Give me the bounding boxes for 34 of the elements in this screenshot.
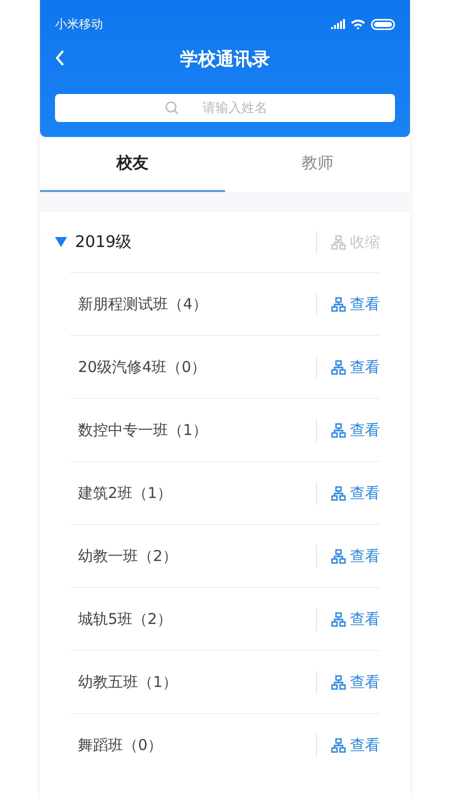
org-chart-icon [331,738,346,752]
battery-icon [371,18,395,30]
view-button[interactable]: 查看 [316,544,380,568]
group-title: 2019级 [75,232,133,252]
class-name: 城轨5班（2） [77,610,174,628]
view-button[interactable]: 查看 [316,734,380,756]
org-chart-icon [331,296,346,312]
org-chart-icon [331,548,346,564]
class-name: 幼教五班（1） [77,672,179,692]
wifi-icon [351,18,365,30]
org-chart-icon [331,612,346,626]
view-button[interactable]: 查看 [316,292,380,316]
view-button[interactable]: 查看 [316,482,380,504]
class-name: 20级汽修4班（0） [77,358,208,376]
class-name: 建筑2班（1） [76,484,174,502]
class-name: 数控中专一班（1） [77,420,209,440]
class-name: 新朋程测试班（4） [77,294,209,314]
carrier-name: 小米移动 [55,16,103,32]
triangle-down-icon[interactable] [55,237,67,247]
org-chart-icon [331,360,346,374]
class-name: 幼教一班（2） [77,546,179,566]
class-name: 舞蹈班（0） [77,736,164,754]
back-icon[interactable] [55,50,65,66]
view-button[interactable]: 查看 [316,356,380,378]
view-button[interactable]: 查看 [316,608,380,630]
view-button[interactable]: 查看 [316,418,380,442]
view-button[interactable]: 查看 [316,670,380,694]
org-chart-icon [331,486,346,500]
org-chart-icon [331,674,346,690]
org-chart-icon [331,422,346,438]
signal-icon [331,19,345,29]
page-title: 学校通讯录 [180,48,270,71]
search-field[interactable]: 请输入姓名 [55,94,395,122]
org-chart-icon [331,234,346,250]
